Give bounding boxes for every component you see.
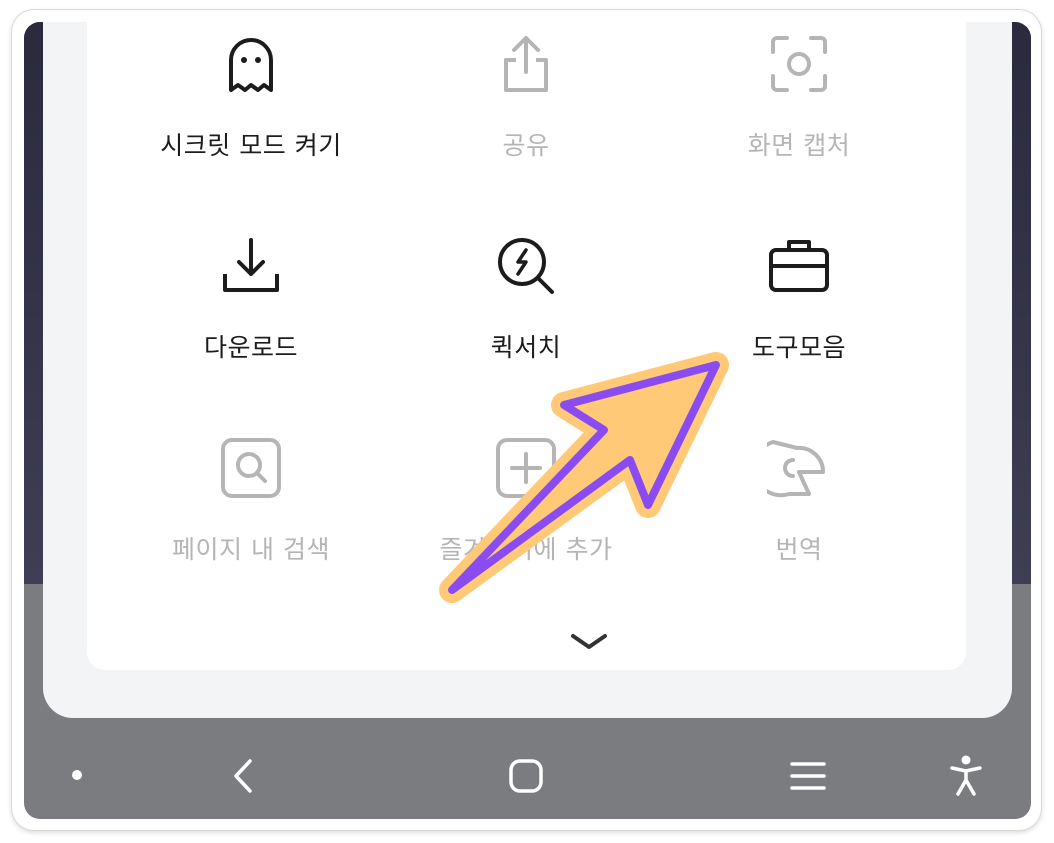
- menu-item-quick-search[interactable]: 퀵서치: [406, 234, 646, 364]
- ghost-icon: [229, 38, 273, 92]
- menu-item-toolbox[interactable]: 도구모음: [679, 234, 919, 364]
- navigation-bar: [24, 742, 1031, 819]
- menu-item-translate[interactable]: 번역: [679, 436, 919, 566]
- menu-item-label: 도구모음: [751, 333, 846, 362]
- menu-item-download[interactable]: 다운로드: [131, 234, 371, 364]
- menu-item-label: 공유: [502, 131, 550, 160]
- menu-item-find-in-page[interactable]: 페이지 내 검색: [131, 436, 371, 566]
- browser-menu-sheet: 시크릿 모드 켜기 공유 화면 캡처 다운로드 퀵서치 도구모음 페이지 내 검…: [43, 22, 1012, 718]
- toolbox-icon: [769, 240, 829, 292]
- device-screen: 시크릿 모드 켜기 공유 화면 캡처 다운로드 퀵서치 도구모음 페이지 내 검…: [24, 22, 1031, 819]
- menu-item-screen-capture[interactable]: 화면 캡처: [679, 32, 919, 162]
- menu-item-label: 페이지 내 검색: [172, 535, 330, 564]
- translate-icon: [767, 440, 826, 498]
- menu-item-label: 즐겨찾기에 추가: [439, 535, 613, 564]
- menu-item-secret-mode[interactable]: 시크릿 모드 켜기: [131, 32, 371, 162]
- accessibility-icon[interactable]: [948, 754, 984, 798]
- back-icon[interactable]: [228, 756, 258, 796]
- menu-item-share[interactable]: 공유: [406, 32, 646, 162]
- chevron-down-icon[interactable]: [569, 632, 609, 652]
- download-icon: [223, 238, 279, 292]
- quick-search-icon: [498, 238, 554, 294]
- menu-item-label: 화면 캡처: [747, 131, 851, 160]
- menu-item-label: 번역: [775, 535, 823, 564]
- share-icon: [504, 36, 548, 92]
- menu-card: 시크릿 모드 켜기 공유 화면 캡처 다운로드 퀵서치 도구모음 페이지 내 검…: [87, 22, 966, 670]
- dot-icon[interactable]: [69, 767, 85, 783]
- menu-item-add-bookmark[interactable]: 즐겨찾기에 추가: [406, 436, 646, 566]
- add-bookmark-icon: [496, 438, 556, 498]
- screen-capture-icon: [771, 36, 827, 92]
- menu-item-label: 다운로드: [203, 333, 298, 362]
- find-in-page-icon: [221, 438, 281, 498]
- menu-item-label: 퀵서치: [490, 333, 562, 362]
- menu-item-label: 시크릿 모드 켜기: [160, 131, 342, 160]
- recent-apps-icon[interactable]: [788, 758, 828, 794]
- home-icon[interactable]: [506, 756, 546, 796]
